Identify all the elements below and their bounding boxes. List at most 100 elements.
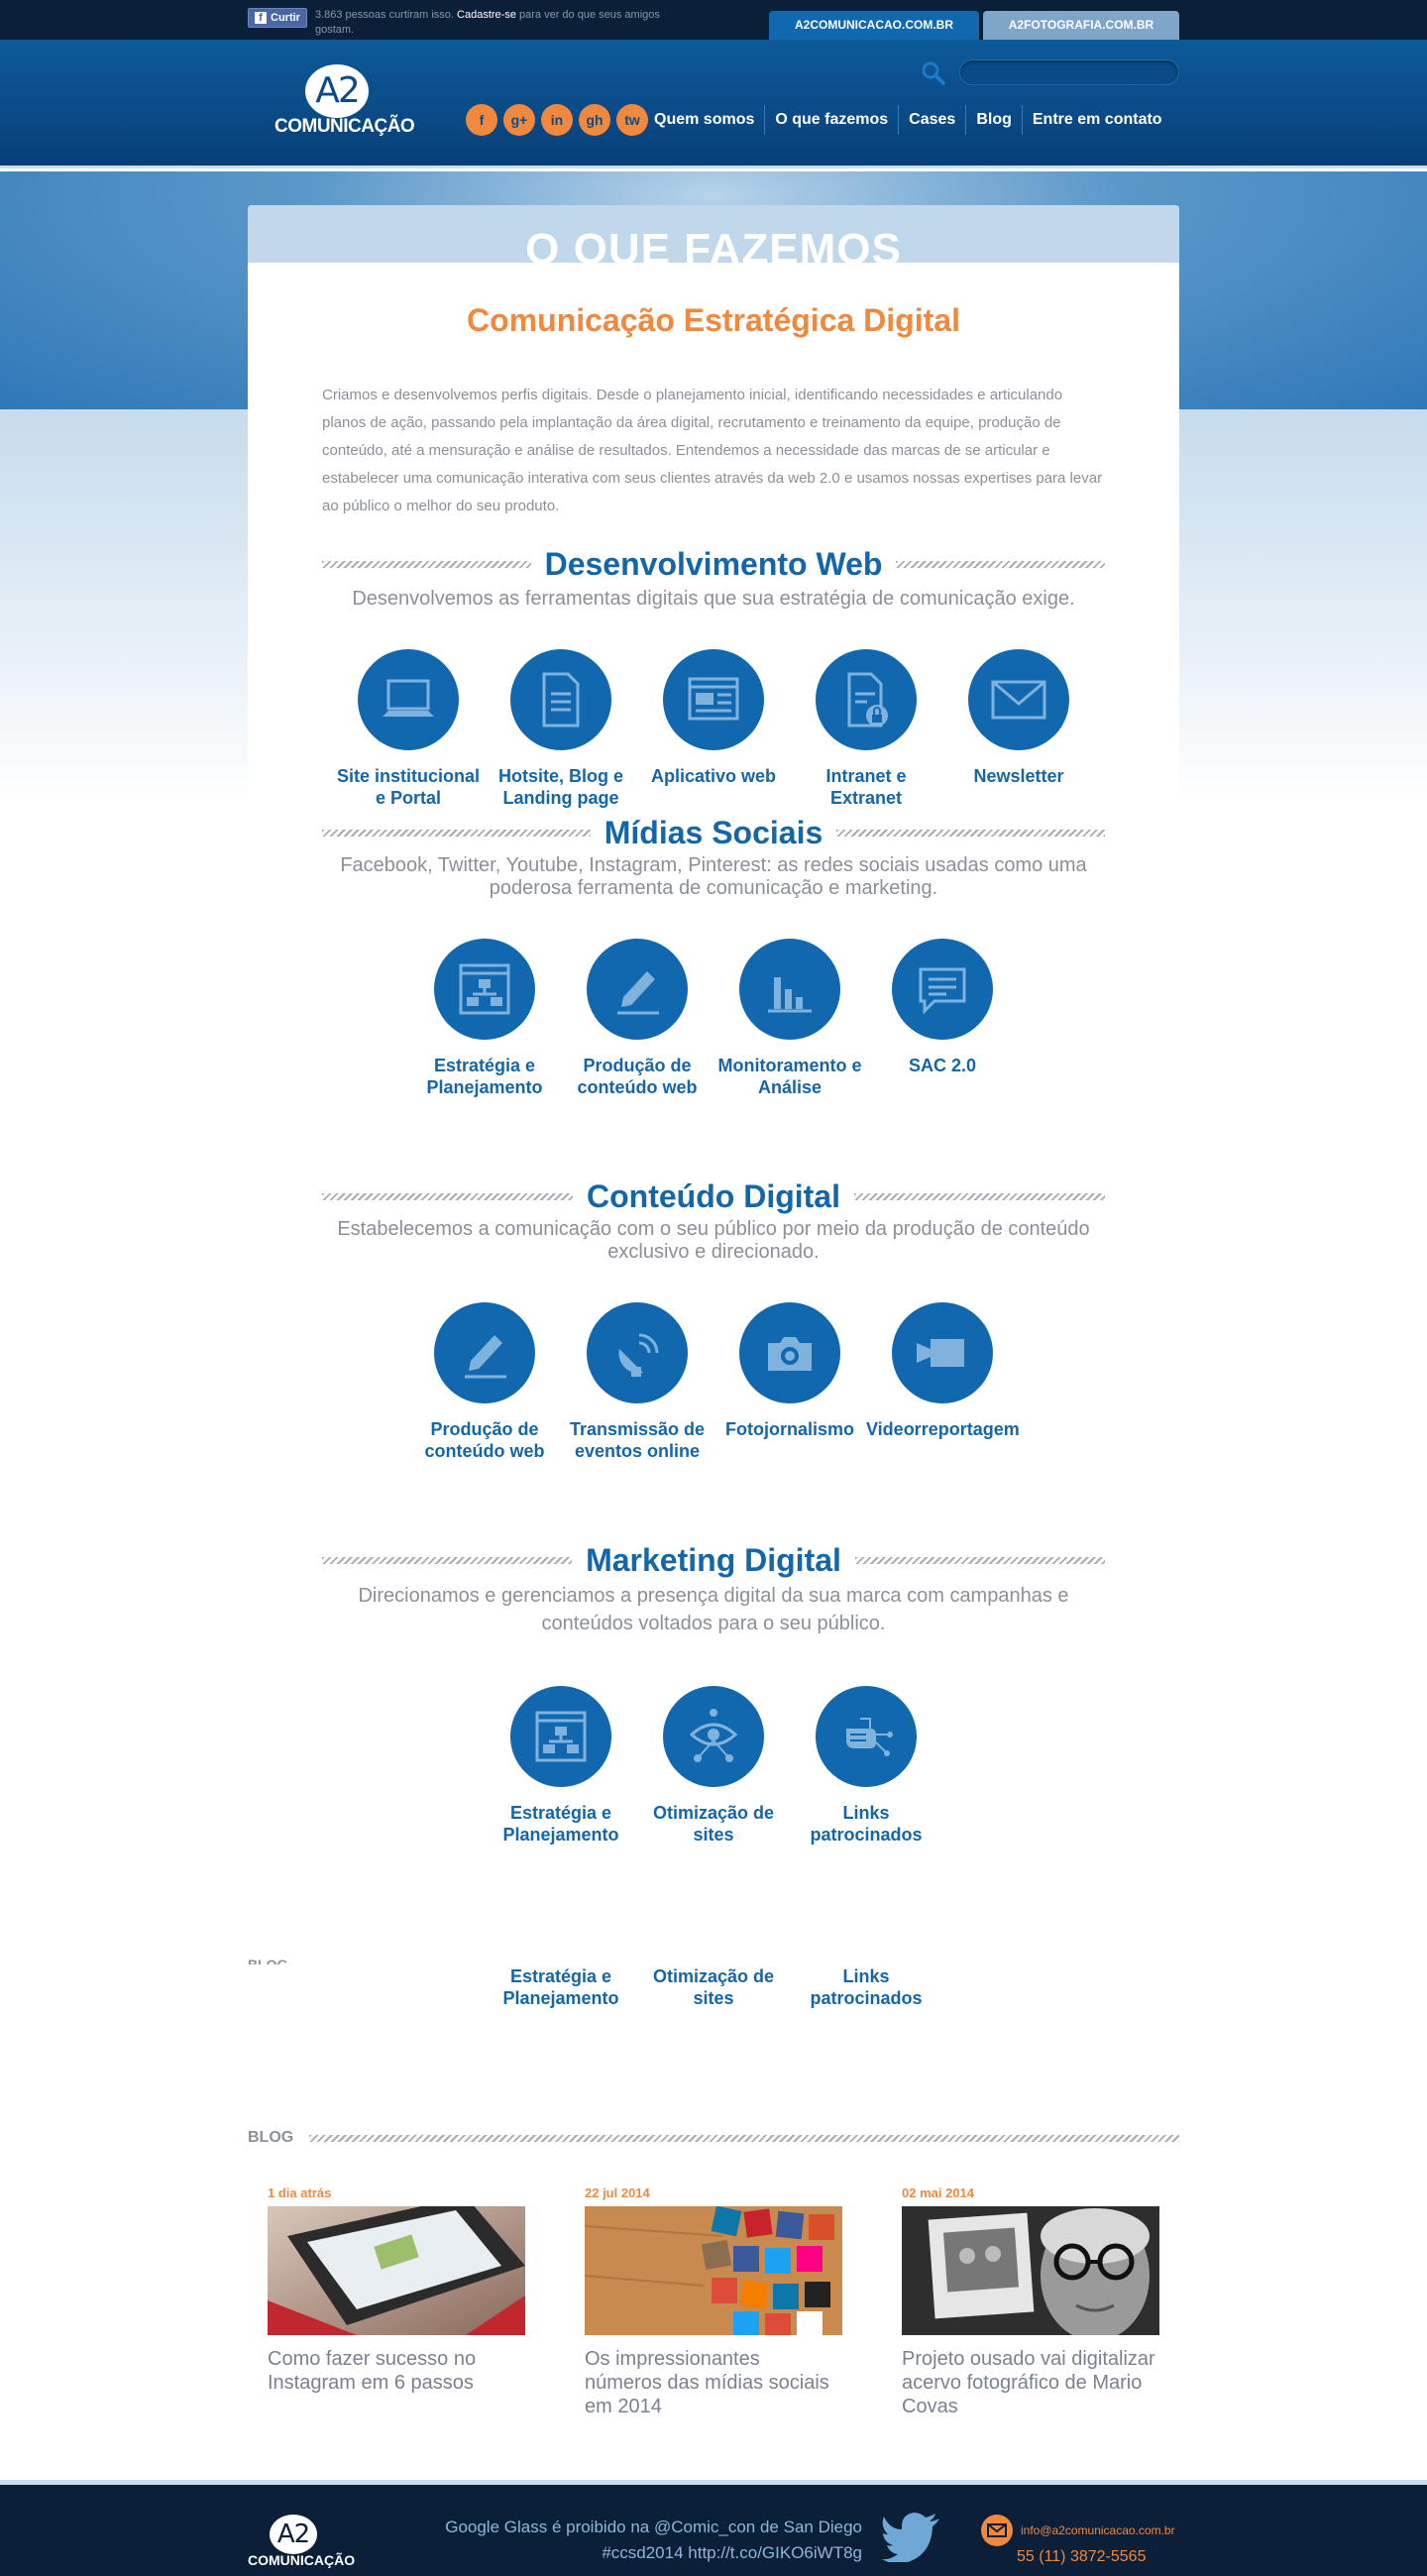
nav-o-que-fazemos[interactable]: O que fazemos: [764, 105, 898, 135]
service-item[interactable]: Estratégia e Planejamento: [408, 939, 561, 1098]
post-thumbnail-social-cubes[interactable]: [585, 2206, 842, 2335]
section-desc: Direcionamos e gerenciamos a presença di…: [358, 1585, 1069, 1634]
section-desc: Facebook, Twitter, Youtube, Instagram, P…: [340, 854, 1087, 899]
nav-entre-em-contato[interactable]: Entre em contato: [1021, 105, 1172, 135]
search-input[interactable]: [959, 59, 1179, 85]
facebook-icon: f: [255, 12, 267, 24]
facebook-like-text: 3.863 pessoas curtiram isso. Cadastre-se…: [314, 9, 660, 36]
nav-cases[interactable]: Cases: [898, 105, 965, 135]
service-item[interactable]: Videorreportagem: [866, 1302, 1020, 1462]
service-item[interactable]: Fotojornalismo: [714, 1302, 866, 1462]
latest-tweet[interactable]: Google Glass é proibido na @Comic_con de…: [416, 2515, 862, 2566]
blog-label: BLOG: [248, 2129, 294, 2146]
footer-logo[interactable]: A2 COMUNICAÇÃO: [248, 2515, 356, 2568]
post-title[interactable]: Projeto ousado vai digitalizar acervo fo…: [902, 2347, 1159, 2418]
logo-text: COMUNICAÇÃO: [248, 2552, 356, 2568]
org-chart-icon: [510, 1686, 611, 1787]
post-title[interactable]: Os impressionantes números das mídias so…: [585, 2347, 842, 2418]
main-nav: Quem somos O que fazemos Cases Blog Entr…: [644, 105, 1172, 135]
satellite-dish-icon: [587, 1302, 688, 1403]
post-thumbnail-portrait[interactable]: [902, 2206, 1159, 2335]
service-item[interactable]: SAC 2.0: [866, 939, 1019, 1098]
site-header: A2 COMUNICAÇÃO f g+ in gh tw Quem somos …: [0, 40, 1427, 168]
service-item[interactable]: Newsletter: [942, 649, 1095, 809]
divider: [309, 2134, 1179, 2142]
section-title-conteudo-digital: Conteúdo Digital: [322, 1176, 1105, 1216]
section-title-marketing-digital: Marketing Digital: [322, 1540, 1105, 1580]
service-item[interactable]: Site institucional e Portal: [332, 649, 485, 809]
post-date: 1 dia atrás: [268, 2185, 332, 2200]
laptop-icon: [358, 649, 459, 750]
contact-info: info@a2comunicacao.com.br 55 (11) 3872-5…: [981, 2515, 1179, 2566]
service-item[interactable]: Links patrocinados: [790, 1686, 942, 1846]
envelope-icon: [968, 649, 1069, 750]
blog-post[interactable]: 1 dia atrás Como fazer sucesso no Instag…: [268, 2185, 525, 2418]
service-item[interactable]: Hotsite, Blog e Landing page: [485, 649, 637, 809]
service-item[interactable]: Estratégia e Planejamento: [485, 1686, 637, 1846]
facebook-like-button[interactable]: f Curtir: [248, 8, 307, 28]
post-date: 02 mai 2014: [902, 2185, 975, 2200]
logo-mark: A2: [270, 2515, 317, 2554]
org-chart-icon: [434, 939, 535, 1040]
email-icon: [981, 2515, 1013, 2546]
contact-email[interactable]: info@a2comunicacao.com.br: [1021, 2523, 1175, 2537]
service-list: Estratégia e Planejamento Otimização de …: [248, 1686, 1179, 1846]
post-title[interactable]: Como fazer sucesso no Instagram em 6 pas…: [268, 2347, 525, 2395]
facebook-like-label: Curtir: [271, 12, 300, 24]
facebook-like-widget: f Curtir 3.863 pessoas curtiram isso. Ca…: [248, 8, 682, 38]
logo-mark: A2: [305, 64, 369, 118]
social-links: f g+ in gh tw: [466, 104, 648, 136]
section-title-midias-sociais: Mídias Sociais: [322, 813, 1105, 852]
divider: [836, 829, 1105, 837]
browser-window-icon: [663, 649, 764, 750]
google-plus-icon[interactable]: g+: [503, 104, 535, 136]
service-item[interactable]: Intranet e Extranet: [790, 649, 942, 809]
page-subtitle: Comunicação Estratégica Digital: [467, 302, 960, 338]
tab-a2fotografia[interactable]: A2FOTOGRAFIA.COM.BR: [983, 11, 1179, 40]
service-item[interactable]: Monitoramento e Análise: [714, 939, 866, 1098]
section-title-desenvolvimento-web: Desenvolvimento Web: [322, 544, 1106, 584]
service-list: Produção de conteúdo web Transmissão de …: [248, 1302, 1179, 1462]
blog-post[interactable]: 02 mai 2014 Projeto ousado vai digitaliz…: [902, 2185, 1159, 2418]
contact-phone: 55 (11) 3872-5565: [1017, 2548, 1147, 2565]
twitter-bird-icon[interactable]: [882, 2513, 941, 2564]
divider: [322, 560, 531, 568]
service-list: Estratégia e Planejamento Produção de co…: [248, 939, 1179, 1098]
blog-post-list: 1 dia atrás Como fazer sucesso no Instag…: [268, 2185, 1159, 2418]
ghost-label-row: Estratégia e Planejamento Otimização de …: [502, 1966, 923, 2008]
service-item[interactable]: Aplicativo web: [637, 649, 790, 809]
divider: [322, 829, 591, 837]
eye-network-icon: [663, 1686, 764, 1787]
linkedin-icon[interactable]: in: [541, 104, 573, 136]
site-footer: A2 COMUNICAÇÃO Google Glass é proibido n…: [0, 2480, 1427, 2576]
top-bar: f Curtir 3.863 pessoas curtiram isso. Ca…: [0, 0, 1427, 40]
service-item[interactable]: Transmissão de eventos online: [561, 1302, 714, 1462]
post-thumbnail-phone[interactable]: [268, 2206, 525, 2335]
divider: [322, 1192, 574, 1200]
service-item[interactable]: Produção de conteúdo web: [408, 1302, 561, 1462]
section-desc: Estabelecemos a comunicação com o seu pú…: [337, 1218, 1090, 1263]
blog-label-ghost: BLOG: [248, 1957, 288, 1964]
section-desc: Desenvolvemos as ferramentas digitais qu…: [352, 588, 1075, 610]
blog-post[interactable]: 22 jul 2014 Os impressionantes números d…: [585, 2185, 842, 2418]
nav-blog[interactable]: Blog: [965, 105, 1022, 135]
site-tabs: A2COMUNICACAO.COM.BR A2FOTOGRAFIA.COM.BR: [769, 11, 1179, 40]
site-logo[interactable]: A2 COMUNICAÇÃO: [274, 64, 415, 144]
service-item[interactable]: Produção de conteúdo web: [561, 939, 714, 1098]
pencil-icon: [587, 939, 688, 1040]
speech-bubble-icon: [892, 939, 993, 1040]
search-icon[interactable]: [920, 59, 947, 87]
intro-text: Criamos e desenvolvemos perfis digitais.…: [322, 387, 1103, 514]
post-date: 22 jul 2014: [585, 2185, 650, 2200]
tab-a2comunicacao[interactable]: A2COMUNICACAO.COM.BR: [769, 11, 979, 40]
divider: [853, 1192, 1105, 1200]
page-title: O QUE FAZEMOS: [525, 225, 902, 263]
nav-quem-somos[interactable]: Quem somos: [644, 105, 764, 135]
content-card: O QUE FAZEMOS Comunicação Estratégica Di…: [248, 205, 1179, 2039]
camera-icon: [739, 1302, 840, 1403]
logo-text: COMUNICAÇÃO: [274, 116, 415, 137]
facebook-icon[interactable]: f: [466, 104, 497, 136]
service-item[interactable]: Otimização de sites: [637, 1686, 790, 1846]
github-icon[interactable]: gh: [579, 104, 610, 136]
facebook-signup-link[interactable]: Cadastre-se: [457, 9, 516, 21]
